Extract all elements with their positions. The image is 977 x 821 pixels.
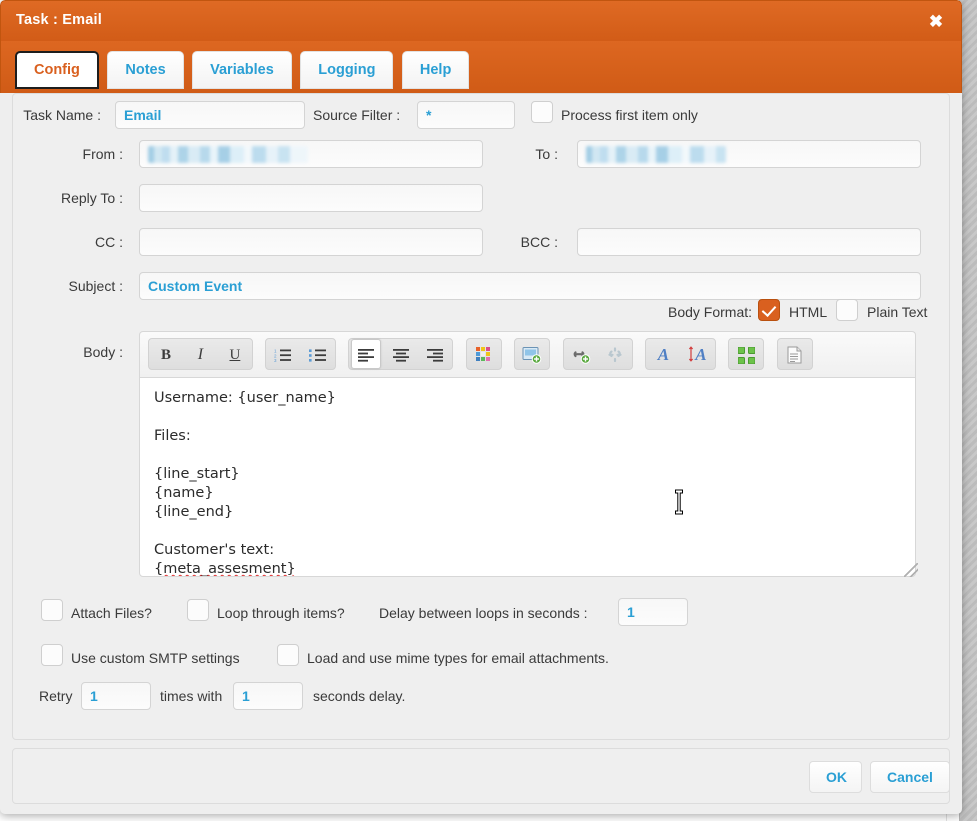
align-center-icon[interactable] bbox=[386, 339, 416, 369]
editor-toolbar: B I U 1 2 3 A A bbox=[139, 331, 916, 377]
retry-times-input[interactable] bbox=[81, 682, 151, 710]
font-size-icon[interactable]: A bbox=[683, 339, 713, 369]
from-redacted-value bbox=[148, 146, 308, 163]
palette-group bbox=[465, 338, 502, 370]
insert-image-icon[interactable] bbox=[517, 339, 547, 369]
link-group bbox=[562, 338, 633, 370]
unordered-list-icon[interactable] bbox=[303, 339, 333, 369]
body-format-plain-label: Plain Text bbox=[867, 304, 928, 320]
list-group: 1 2 3 bbox=[265, 338, 336, 370]
load-mime-types-label: Load and use mime types for email attach… bbox=[307, 650, 609, 666]
to-redacted-value bbox=[586, 146, 726, 163]
align-right-icon[interactable] bbox=[420, 339, 450, 369]
from-input[interactable] bbox=[139, 140, 483, 168]
alignment-group bbox=[348, 338, 454, 370]
task-name-input[interactable] bbox=[115, 101, 305, 129]
attach-files-checkbox[interactable] bbox=[41, 599, 63, 621]
source-view-icon[interactable] bbox=[780, 339, 810, 369]
subject-label: Subject : bbox=[68, 278, 123, 294]
bcc-input[interactable] bbox=[577, 228, 921, 256]
to-input[interactable] bbox=[577, 140, 921, 168]
tab-bar: Config Notes Variables Logging Help bbox=[0, 41, 962, 93]
tab-logging[interactable]: Logging bbox=[300, 51, 394, 89]
tab-notes[interactable]: Notes bbox=[107, 51, 184, 89]
cc-input[interactable] bbox=[139, 228, 483, 256]
task-name-label: Task Name : bbox=[23, 107, 101, 123]
page-title: Task : Email bbox=[16, 12, 102, 28]
process-first-item-label: Process first item only bbox=[561, 107, 698, 123]
load-mime-types-checkbox[interactable] bbox=[277, 644, 299, 666]
font-color-icon[interactable]: A bbox=[648, 339, 678, 369]
svg-text:3: 3 bbox=[274, 358, 277, 363]
font-group: A A bbox=[645, 338, 716, 370]
tab-variables[interactable]: Variables bbox=[192, 51, 292, 89]
editor-resize-handle[interactable] bbox=[904, 563, 918, 577]
dialog-footer: OK Cancel bbox=[12, 748, 950, 804]
color-palette-icon[interactable] bbox=[469, 339, 499, 369]
attach-files-label: Attach Files? bbox=[71, 605, 152, 621]
retry-delay-input[interactable] bbox=[233, 682, 303, 710]
unlink-icon[interactable] bbox=[600, 339, 630, 369]
ordered-list-icon[interactable]: 1 2 3 bbox=[268, 339, 298, 369]
italic-icon[interactable]: I bbox=[185, 339, 215, 369]
delay-between-loops-label: Delay between loops in seconds : bbox=[379, 605, 588, 621]
bcc-label: BCC : bbox=[520, 234, 558, 250]
source-group bbox=[776, 338, 813, 370]
source-filter-input[interactable] bbox=[417, 101, 515, 129]
fullscreen-group bbox=[728, 338, 765, 370]
use-custom-smtp-checkbox[interactable] bbox=[41, 644, 63, 666]
dialog-titlebar: Task : Email ✖ bbox=[0, 0, 962, 41]
retry-prefix-label: Retry bbox=[39, 688, 73, 704]
from-label: From : bbox=[82, 146, 123, 162]
config-panel: Task Name : Source Filter : Process firs… bbox=[12, 93, 950, 740]
insert-link-icon[interactable] bbox=[566, 339, 596, 369]
loop-through-items-checkbox[interactable] bbox=[187, 599, 209, 621]
reply-to-label: Reply To : bbox=[61, 190, 123, 206]
to-label: To : bbox=[535, 146, 558, 162]
subject-input[interactable] bbox=[139, 272, 921, 300]
reply-to-input[interactable] bbox=[139, 184, 483, 212]
loop-through-items-label: Loop through items? bbox=[217, 605, 345, 621]
body-format-html-checkbox[interactable] bbox=[758, 299, 780, 321]
image-group bbox=[514, 338, 551, 370]
source-filter-label: Source Filter : bbox=[313, 107, 401, 123]
bold-icon[interactable]: B bbox=[151, 339, 181, 369]
align-left-icon[interactable] bbox=[351, 339, 382, 369]
retry-suffix-label: seconds delay. bbox=[313, 688, 406, 704]
body-format-label: Body Format: bbox=[668, 304, 753, 320]
retry-mid-label: times with bbox=[160, 688, 223, 704]
text-cursor-icon bbox=[675, 489, 683, 515]
body-format-plain-checkbox[interactable] bbox=[836, 299, 858, 321]
close-icon[interactable]: ✖ bbox=[925, 11, 947, 33]
task-email-dialog: Task : Email ✖ Config Notes Variables Lo… bbox=[0, 0, 962, 814]
ok-button[interactable]: OK bbox=[809, 761, 862, 793]
fullscreen-icon[interactable] bbox=[731, 339, 761, 369]
use-custom-smtp-label: Use custom SMTP settings bbox=[71, 650, 240, 666]
body-format-html-label: HTML bbox=[789, 304, 828, 320]
email-body-editor[interactable]: Username: {user_name} Files: {line_start… bbox=[139, 377, 916, 577]
cancel-button[interactable]: Cancel bbox=[870, 761, 950, 793]
misspelled-word: {meta_assesment} bbox=[154, 561, 296, 577]
process-first-item-checkbox[interactable] bbox=[531, 101, 553, 123]
tab-help[interactable]: Help bbox=[401, 51, 470, 89]
body-label: Body : bbox=[83, 344, 123, 360]
underline-icon[interactable]: U bbox=[220, 339, 250, 369]
cc-label: CC : bbox=[95, 234, 123, 250]
delay-between-loops-input[interactable] bbox=[618, 598, 688, 626]
tab-config[interactable]: Config bbox=[15, 51, 99, 89]
text-style-group: B I U bbox=[148, 338, 253, 370]
